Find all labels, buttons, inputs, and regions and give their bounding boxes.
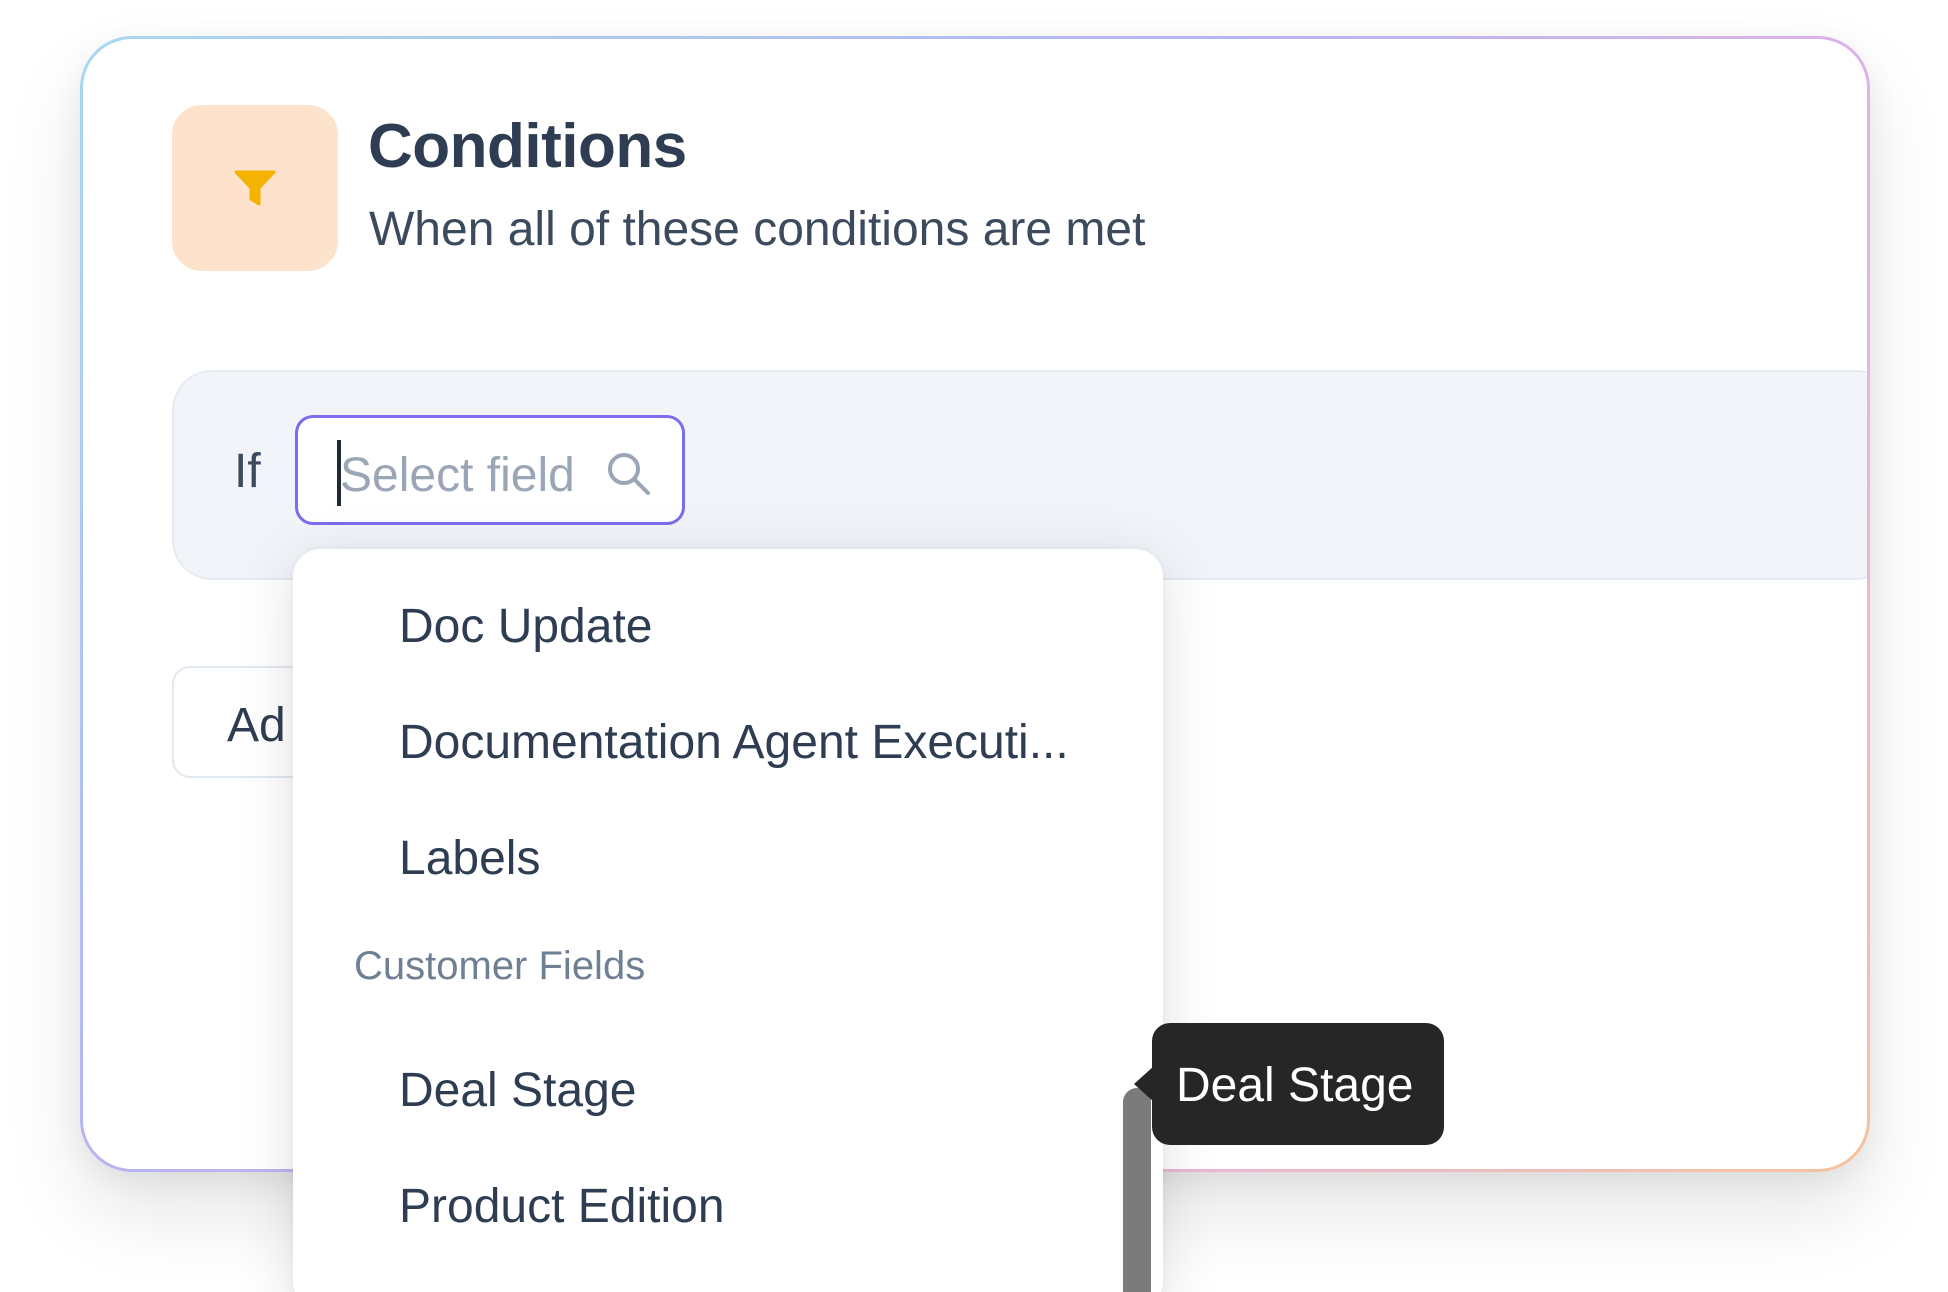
dropdown-item-labels[interactable]: Labels (399, 831, 540, 886)
tooltip-text: Deal Stage (1176, 1059, 1414, 1112)
page-subtitle: When all of these conditions are met (369, 203, 1146, 256)
field-dropdown: Doc Update Documentation Agent Executi..… (293, 549, 1163, 1292)
dropdown-group-customer-fields: Customer Fields (354, 944, 646, 988)
tooltip: Deal Stage (1134, 1023, 1444, 1145)
page-title: Conditions (368, 112, 687, 181)
search-icon (608, 453, 650, 495)
dropdown-item-deal-stage[interactable]: Deal Stage (399, 1063, 637, 1118)
dropdown-item-product-edition[interactable]: Product Edition (399, 1179, 725, 1234)
select-field-input[interactable]: Select field (295, 415, 685, 525)
dropdown-item-doc-update[interactable]: Doc Update (399, 599, 652, 654)
dropdown-item-documentation-agent[interactable]: Documentation Agent Executi... (399, 715, 1069, 770)
dropdown-scrollbar-thumb[interactable] (1123, 1088, 1151, 1292)
filter-icon (234, 170, 276, 206)
select-field-placeholder: Select field (340, 449, 575, 502)
tooltip-arrow (1134, 1066, 1154, 1102)
stage: Conditions When all of these conditions … (0, 0, 1948, 1292)
add-condition-button-label: Ad (227, 699, 286, 752)
filter-icon-tile (172, 105, 338, 271)
if-label: If (234, 445, 261, 498)
